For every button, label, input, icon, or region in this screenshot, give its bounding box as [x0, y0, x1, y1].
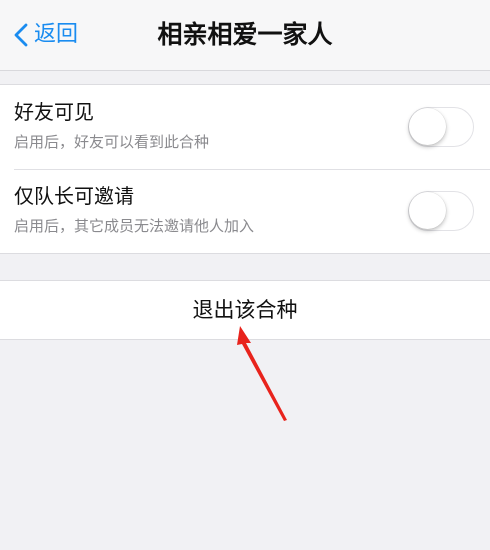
exit-group-label: 退出该合种 [192, 298, 298, 322]
setting-subtitle: 启用后，好友可以看到此合种 [14, 133, 210, 151]
setting-title: 好友可见 [14, 100, 94, 124]
toggle-knob [409, 192, 446, 229]
setting-row-leader-only-invite: 仅队长可邀请 启用后，其它成员无法邀请他人加入 [0, 169, 490, 253]
arrow-shape [237, 326, 287, 421]
navigation-bar: 返回 相亲相爱一家人 [0, 0, 490, 71]
screen: 返回 相亲相爱一家人 好友可见 启用后，好友可以看到此合种 仅队长可邀请 启用后… [0, 0, 490, 550]
leader-only-invite-toggle[interactable] [408, 191, 474, 231]
setting-subtitle: 启用后，其它成员无法邀请他人加入 [14, 217, 255, 235]
settings-group: 好友可见 启用后，好友可以看到此合种 仅队长可邀请 启用后，其它成员无法邀请他人… [0, 84, 490, 254]
setting-title: 仅队长可邀请 [14, 184, 134, 208]
annotation-arrow [237, 326, 287, 421]
friends-visible-toggle[interactable] [408, 107, 474, 147]
setting-row-friends-visible: 好友可见 启用后，好友可以看到此合种 [0, 85, 490, 169]
toggle-knob [409, 108, 446, 145]
page-title: 相亲相爱一家人 [157, 20, 333, 49]
exit-group-button[interactable]: 退出该合种 [0, 280, 490, 340]
